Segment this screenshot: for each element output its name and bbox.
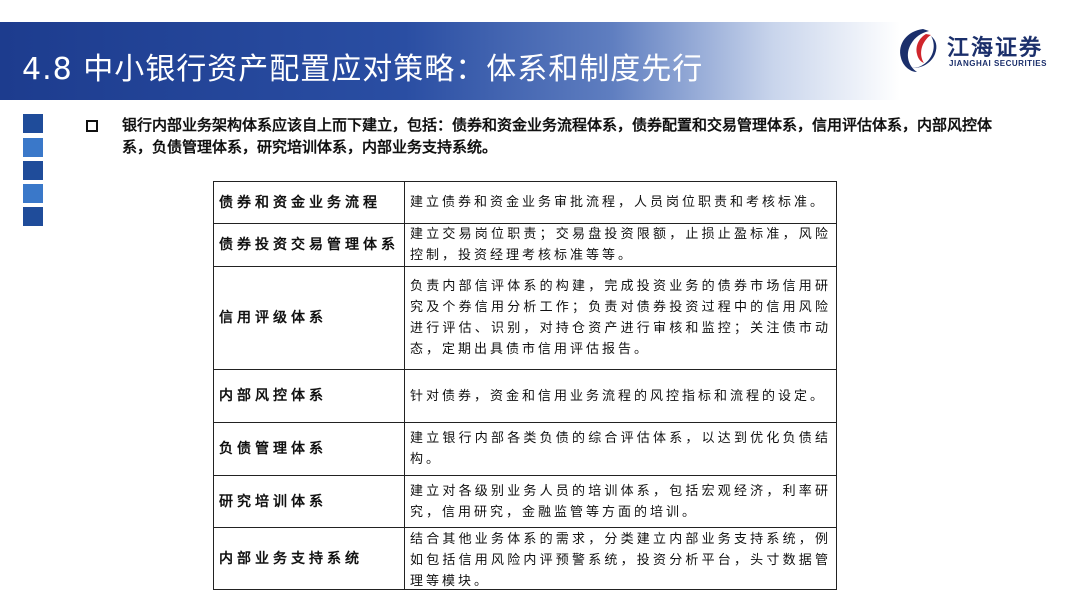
system-name: 债券投资交易管理体系 <box>213 223 405 267</box>
page-title: 4.8 中小银行资产配置应对策略：体系和制度先行 <box>22 52 704 87</box>
system-name: 负债管理体系 <box>213 422 405 476</box>
system-table: 债券和资金业务流程 建立债券和资金业务审批流程，人员岗位职责和考核标准。 债券投… <box>213 181 837 590</box>
logo-name-cn: 江海证券 <box>947 36 1044 61</box>
decor-square <box>23 207 43 226</box>
system-name: 研究培训体系 <box>213 475 405 528</box>
company-logo: 江海证券 JIANGHAI SECURITIES <box>893 26 1068 78</box>
table-row: 负债管理体系 建立银行内部各类负债的综合评估体系，以达到优化负债结构。 <box>213 422 837 476</box>
system-description: 结合其他业务体系的需求，分类建立内部业务支持系统，例如包括信用风险内评预警系统，… <box>410 532 831 587</box>
table-row: 研究培训体系 建立对各级别业务人员的培训体系，包括宏观经济，利率研究，信用研究，… <box>213 475 837 528</box>
decor-square <box>23 114 43 133</box>
intro-paragraph: 银行内部业务架构体系应该自上而下建立，包括：债券和资金业务流程体系，债券配置和交… <box>122 116 993 156</box>
table-row: 信用评级体系 负责内部信评体系的构建，完成投资业务的债券市场信用研究及个券信用分… <box>213 266 837 370</box>
system-description: 建立银行内部各类负债的综合评估体系，以达到优化负债结构。 <box>404 422 837 476</box>
system-description: 针对债券，资金和信用业务流程的风控指标和流程的设定。 <box>404 369 837 423</box>
decor-square <box>23 138 43 157</box>
system-name: 信用评级体系 <box>213 266 405 370</box>
bullet-square-icon <box>86 120 98 132</box>
system-name: 债券和资金业务流程 <box>213 181 405 224</box>
table-row: 内部业务支持系统 结合其他业务体系的需求，分类建立内部业务支持系统，例如包括信用… <box>213 527 837 590</box>
system-description: 负责内部信评体系的构建，完成投资业务的债券市场信用研究及个券信用分析工作；负责对… <box>404 266 837 370</box>
system-name: 内部业务支持系统 <box>213 527 405 590</box>
system-description: 建立对各级别业务人员的培训体系，包括宏观经济，利率研究，信用研究，金融监管等方面… <box>404 475 837 528</box>
system-description-cell: 结合其他业务体系的需求，分类建立内部业务支持系统，例如包括信用风险内评预警系统，… <box>404 527 837 590</box>
logo-name-en: JIANGHAI SECURITIES <box>949 59 1047 68</box>
system-description: 建立债券和资金业务审批流程，人员岗位职责和考核标准。 <box>404 181 837 224</box>
system-description: 建立交易岗位职责；交易盘投资限额，止损止盈标准，风险控制，投资经理考核标准等等。 <box>404 223 837 267</box>
decor-square <box>23 184 43 203</box>
table-row: 债券投资交易管理体系 建立交易岗位职责；交易盘投资限额，止损止盈标准，风险控制，… <box>213 223 837 267</box>
slide: 4.8 中小银行资产配置应对策略：体系和制度先行 江海证券 JIANGHAI S… <box>0 0 1080 608</box>
jianghai-logo-icon <box>900 29 937 72</box>
table-row: 债券和资金业务流程 建立债券和资金业务审批流程，人员岗位职责和考核标准。 <box>213 181 837 224</box>
system-name: 内部风控体系 <box>213 369 405 423</box>
decor-square <box>23 161 43 180</box>
table-row: 内部风控体系 针对债券，资金和信用业务流程的风控指标和流程的设定。 <box>213 369 837 423</box>
